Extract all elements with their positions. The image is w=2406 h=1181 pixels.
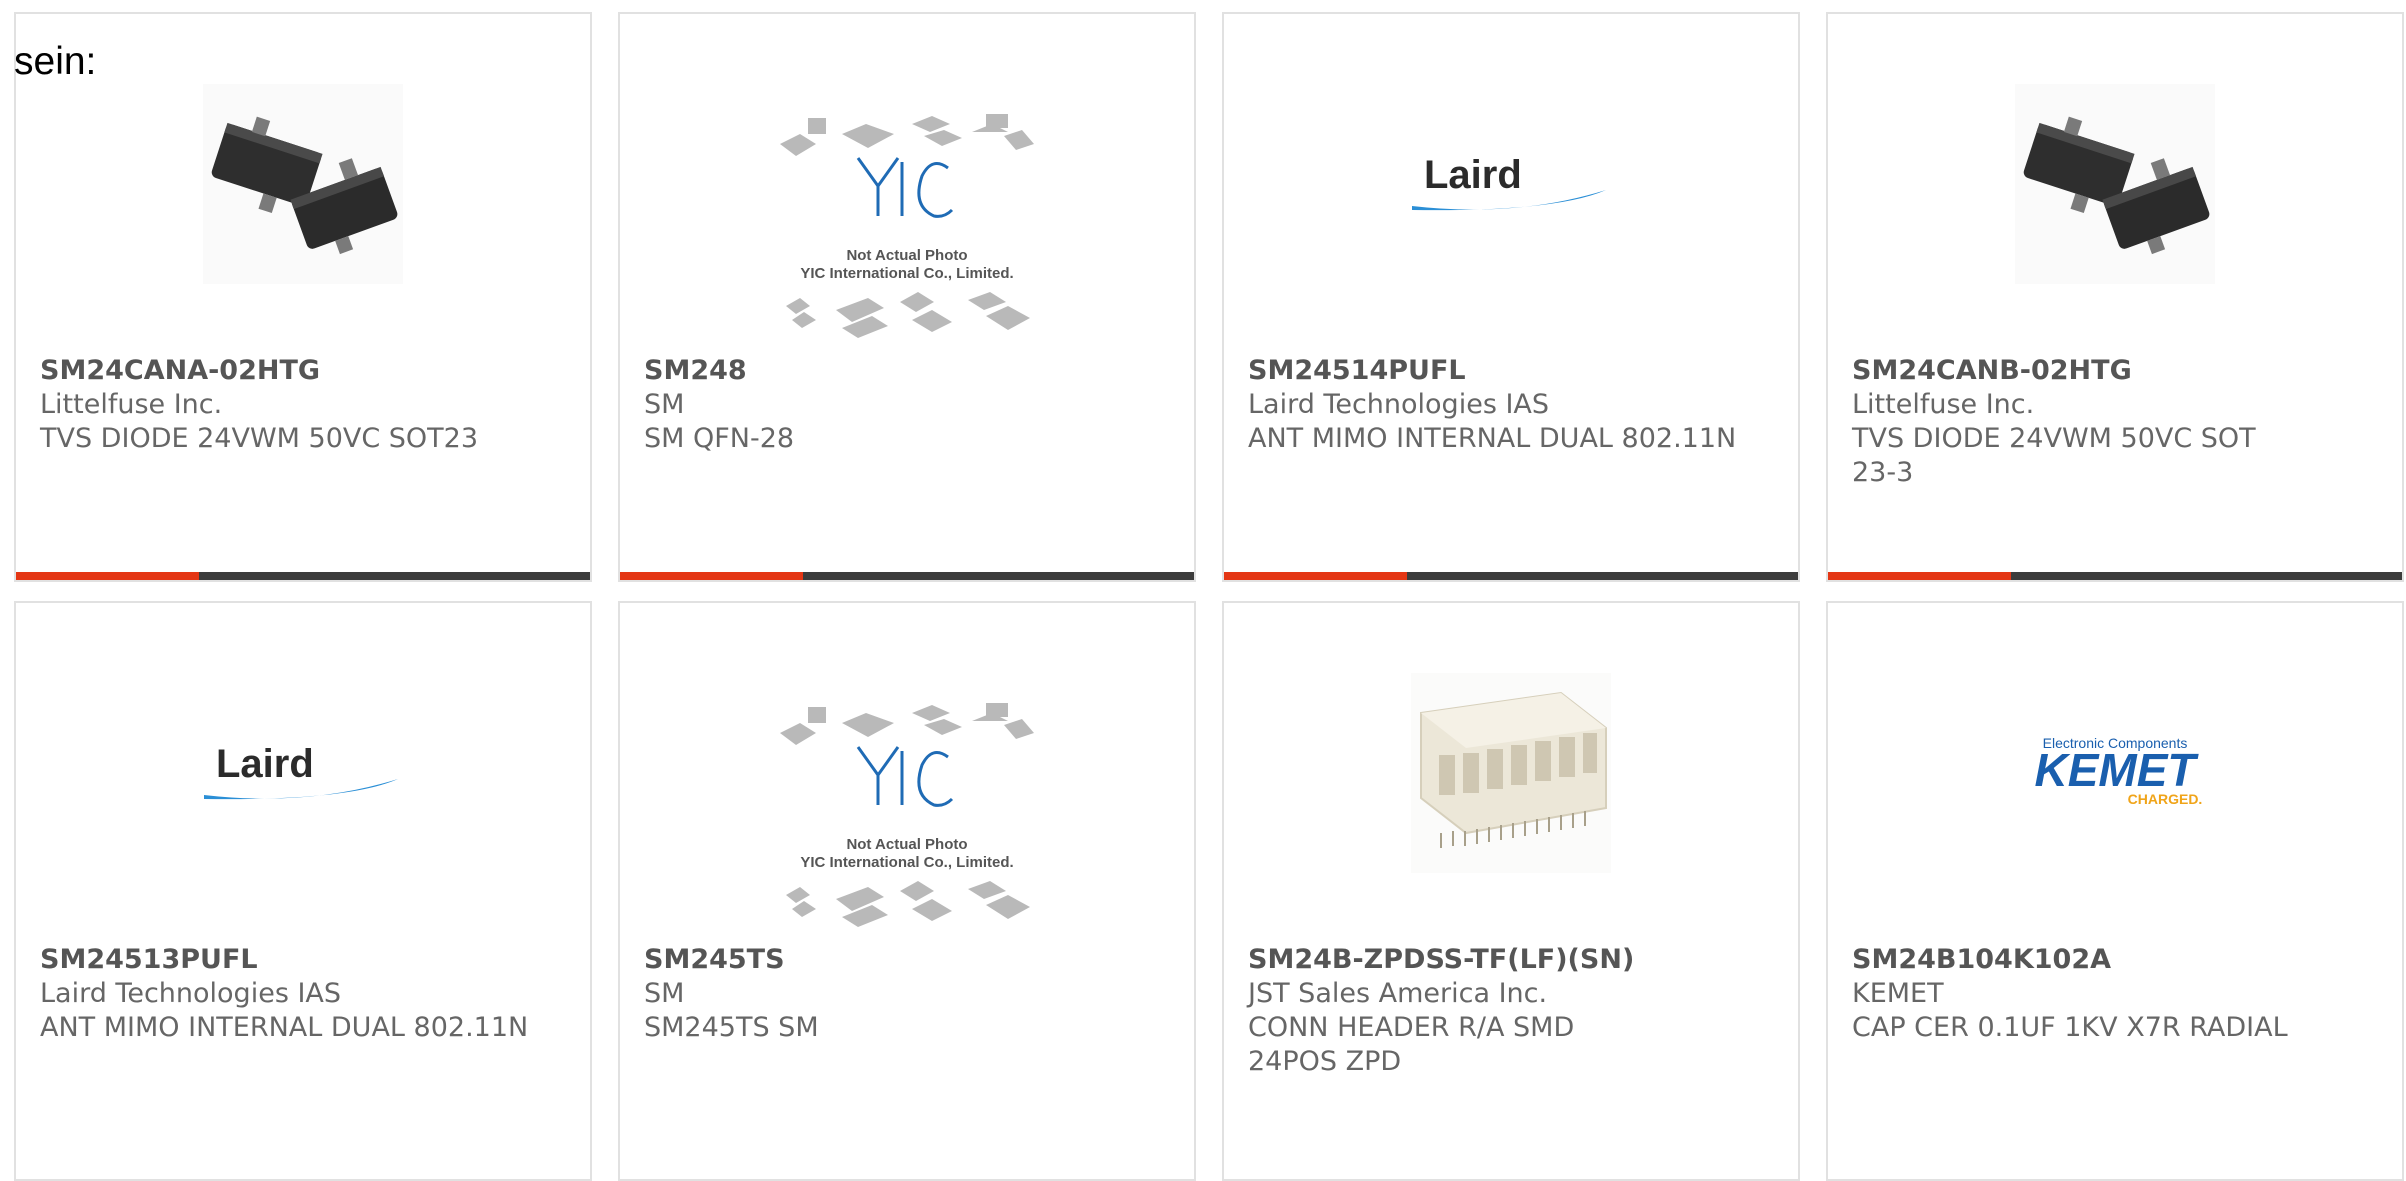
sot23-package-icon bbox=[203, 84, 403, 284]
description: TVS DIODE 24VWM 50VC SOT23-3 bbox=[1852, 423, 2256, 488]
divider-bar bbox=[1407, 572, 1798, 580]
connector-header-icon bbox=[1411, 673, 1611, 873]
product-card[interactable]: Electronic Components KEMET CHARGED. SM2… bbox=[1826, 601, 2404, 1181]
manufacturer: SM bbox=[644, 978, 685, 1009]
description: CAP CER 0.1UF 1KV X7R RADIAL bbox=[1852, 1012, 2288, 1043]
lead-text: sein: bbox=[14, 40, 97, 83]
product-image[interactable]: Laird bbox=[1406, 84, 1616, 284]
manufacturer: Laird Technologies IAS bbox=[40, 978, 342, 1009]
yic-placeholder-icon: Not Actual Photo YIC International Co., … bbox=[780, 703, 1034, 927]
manufacturer: SM bbox=[644, 389, 685, 420]
description: SM245TS SM bbox=[644, 1012, 819, 1043]
product-image[interactable]: Laird bbox=[198, 673, 408, 873]
divider-bar bbox=[803, 572, 1194, 580]
description: TVS DIODE 24VWM 50VC SOT23 bbox=[40, 423, 479, 454]
divider-bar bbox=[199, 572, 590, 580]
product-card[interactable]: Not Actual Photo YIC International Co., … bbox=[618, 12, 1196, 582]
accent-bar bbox=[1828, 572, 2011, 580]
product-image[interactable]: Not Actual Photo YIC International Co., … bbox=[772, 106, 1042, 346]
accent-bar bbox=[620, 572, 803, 580]
placeholder-company: YIC International Co., Limited. bbox=[800, 265, 1013, 282]
part-number[interactable]: SM24B104K102A bbox=[1852, 943, 2378, 977]
sot23-package-icon bbox=[2015, 84, 2215, 284]
manufacturer: Littelfuse Inc. bbox=[1852, 389, 2035, 420]
product-card[interactable]: SM24CANA-02HTG Littelfuse Inc. TVS DIODE… bbox=[14, 12, 592, 582]
laird-logo-icon: Laird bbox=[204, 742, 398, 800]
product-image[interactable] bbox=[203, 84, 403, 284]
manufacturer: KEMET bbox=[1852, 978, 1944, 1009]
part-number[interactable]: SM245TS bbox=[644, 943, 1170, 977]
part-number[interactable]: SM24514PUFL bbox=[1248, 354, 1774, 388]
manufacturer: JST Sales America Inc. bbox=[1248, 978, 1548, 1009]
kemet-logo-icon: Electronic Components KEMET CHARGED. bbox=[2035, 735, 2203, 807]
placeholder-note: Not Actual Photo bbox=[846, 247, 967, 264]
part-number[interactable]: SM24B-ZPDSS-TF(LF)(SN) bbox=[1248, 943, 1668, 977]
product-image[interactable]: Electronic Components KEMET CHARGED. bbox=[2005, 673, 2225, 873]
divider-bar bbox=[2011, 572, 2402, 580]
part-number[interactable]: SM248 bbox=[644, 354, 1170, 388]
manufacturer: Littelfuse Inc. bbox=[40, 389, 223, 420]
product-card[interactable]: SM24B-ZPDSS-TF(LF)(SN) JST Sales America… bbox=[1222, 601, 1800, 1181]
logo-bottom: CHARGED. bbox=[2128, 791, 2203, 807]
logo-text: Laird bbox=[1424, 153, 1522, 197]
manufacturer: Laird Technologies IAS bbox=[1248, 389, 1550, 420]
product-card[interactable]: Laird SM24513PUFL Laird Technologies IAS… bbox=[14, 601, 592, 1181]
placeholder-note: Not Actual Photo bbox=[846, 836, 967, 853]
product-image[interactable] bbox=[2015, 84, 2215, 284]
laird-logo-icon: Laird bbox=[1412, 153, 1606, 211]
product-card[interactable]: SM24CANB-02HTG Littelfuse Inc. TVS DIODE… bbox=[1826, 12, 2404, 582]
part-number[interactable]: SM24CANA-02HTG bbox=[40, 354, 566, 388]
logo-text: KEMET bbox=[2035, 744, 2200, 796]
description: ANT MIMO INTERNAL DUAL 802.11N bbox=[40, 1012, 529, 1043]
part-number[interactable]: SM24CANB-02HTG bbox=[1852, 354, 2272, 388]
description: CONN HEADER R/A SMD 24POS ZPD bbox=[1248, 1012, 1575, 1077]
part-number[interactable]: SM24513PUFL bbox=[40, 943, 566, 977]
description: ANT MIMO INTERNAL DUAL 802.11N bbox=[1248, 423, 1737, 454]
accent-bar bbox=[1224, 572, 1407, 580]
description: SM QFN-28 bbox=[644, 423, 795, 454]
yic-placeholder-icon: Not Actual Photo YIC International Co., … bbox=[780, 114, 1034, 338]
placeholder-company: YIC International Co., Limited. bbox=[800, 854, 1013, 871]
product-image[interactable] bbox=[1411, 673, 1611, 873]
product-card[interactable]: Laird SM24514PUFL Laird Technologies IAS… bbox=[1222, 12, 1800, 582]
product-card[interactable]: Not Actual Photo YIC International Co., … bbox=[618, 601, 1196, 1181]
accent-bar bbox=[16, 572, 199, 580]
product-image[interactable]: Not Actual Photo YIC International Co., … bbox=[772, 695, 1042, 935]
logo-text: Laird bbox=[216, 742, 314, 786]
